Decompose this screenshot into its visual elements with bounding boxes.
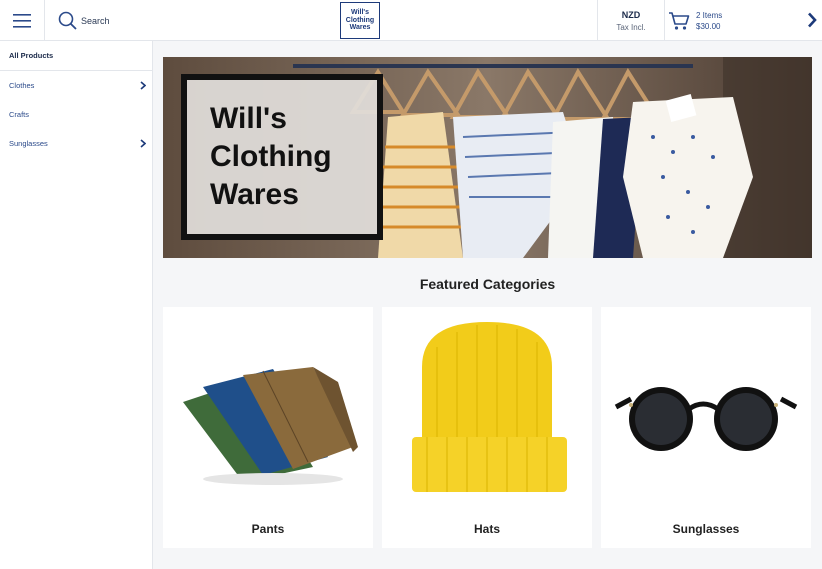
sidebar-item-label: All Products [9, 51, 54, 60]
currency-code: NZD [621, 9, 641, 20]
logo-text: Will's Clothing Wares [345, 9, 375, 32]
category-card-hats[interactable]: Hats [382, 307, 592, 548]
beanie-image [412, 322, 567, 492]
sunglasses-image [614, 387, 798, 451]
sidebar-item-all-products[interactable]: All Products [0, 41, 152, 71]
card-label: Sunglasses [672, 522, 740, 536]
cart-count: 2 Items [696, 10, 723, 20]
search-label: Search [81, 15, 110, 26]
chevron-right-icon [808, 12, 817, 28]
cart-icon [669, 11, 690, 30]
cart-total: $30.00 [696, 21, 721, 31]
sidebar-item-crafts[interactable]: Crafts [0, 100, 152, 129]
search-button[interactable]: Search [45, 0, 110, 41]
pants-image [183, 367, 358, 485]
sidebar-item-label: Clothes [9, 81, 35, 90]
hero-banner[interactable]: Will's Clothing Wares [163, 57, 812, 258]
sidebar-item-label: Sunglasses [9, 139, 48, 148]
search-icon [58, 11, 77, 30]
currency-tax-note: Tax Incl. [616, 22, 646, 32]
hamburger-icon [13, 13, 31, 28]
sidebar-item-clothes[interactable]: Clothes [0, 71, 152, 100]
next-button[interactable] [805, 11, 819, 29]
category-card-sunglasses[interactable]: Sunglasses [601, 307, 811, 548]
currency-selector[interactable]: NZD Tax Incl. [597, 0, 665, 41]
chevron-right-icon [140, 139, 146, 148]
featured-categories-title: Featured Categories [419, 276, 556, 292]
category-card-pants[interactable]: Pants [163, 307, 373, 548]
sidebar-item-sunglasses[interactable]: Sunglasses [0, 129, 152, 158]
category-sidebar: All Products Clothes Crafts Sunglasses [0, 41, 153, 569]
card-label: Hats [473, 522, 500, 536]
cart-button[interactable]: 2 Items $30.00 [666, 0, 722, 41]
hero-title: Will's Clothing Wares [210, 102, 332, 211]
card-label: Pants [251, 522, 285, 536]
menu-button[interactable] [0, 0, 45, 41]
chevron-right-icon [140, 81, 146, 90]
sidebar-item-label: Crafts [9, 110, 30, 119]
store-logo[interactable]: Will's Clothing Wares [340, 2, 380, 39]
top-header: Search Will's Clothing Wares NZD Tax Inc… [0, 0, 822, 41]
